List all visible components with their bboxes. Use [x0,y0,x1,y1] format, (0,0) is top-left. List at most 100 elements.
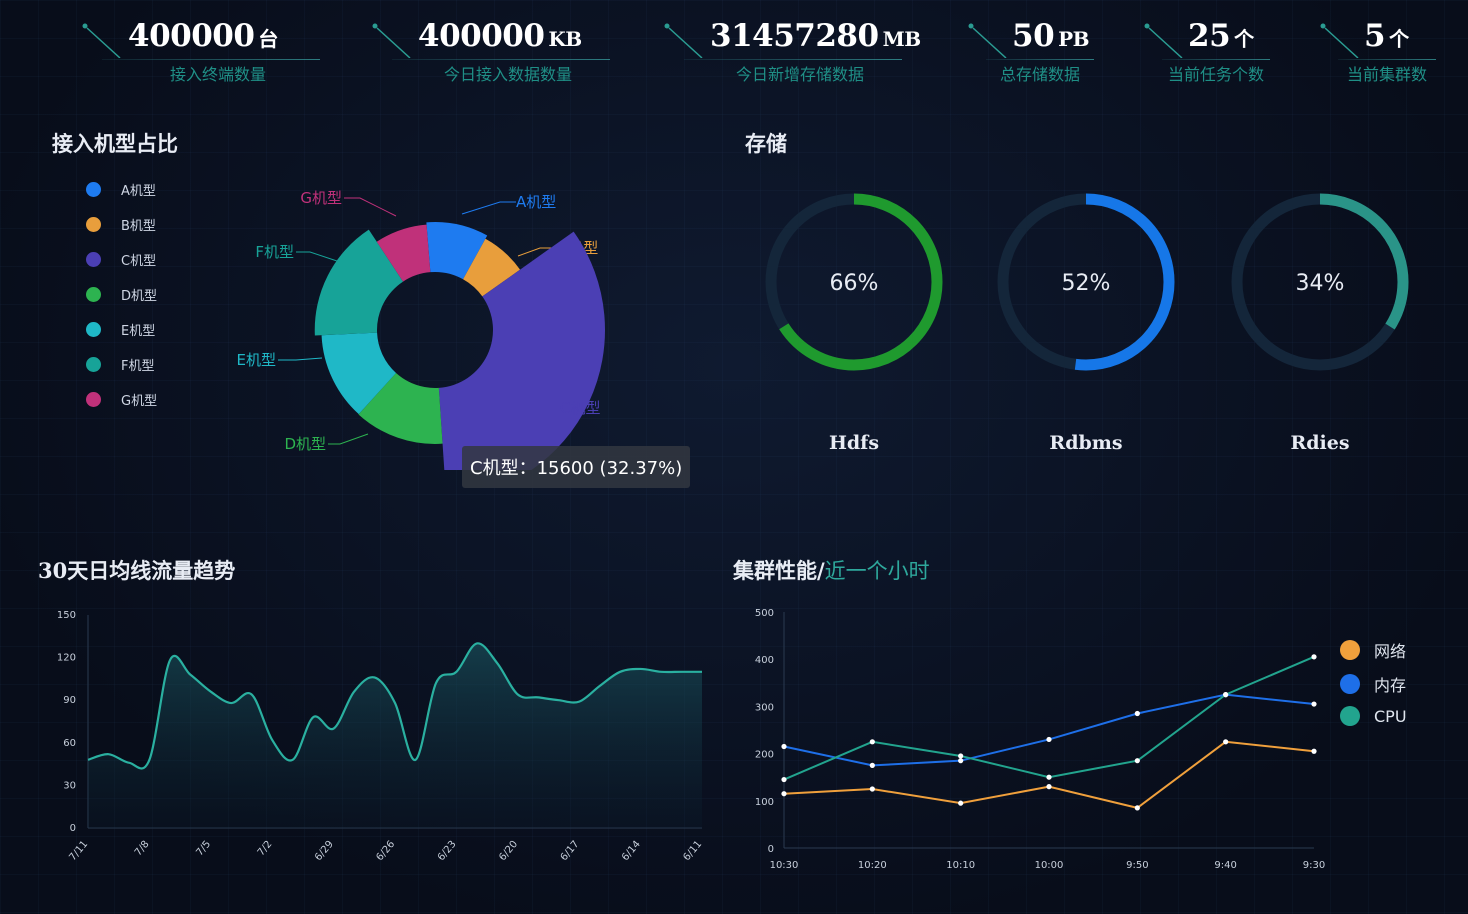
x-tick-label: 6/17 [559,839,582,863]
perf-section-title: 集群性能/近一个小时 [733,555,930,585]
pie-label-line [278,357,323,361]
stat-number: 50 [1012,18,1055,54]
series-point[interactable] [1311,748,1317,754]
pie-slice-label: E机型 [237,351,276,369]
series-point[interactable] [1046,784,1052,790]
stat-value: 400000 KB [418,18,582,54]
legend-label: F机型 [121,358,155,374]
pie-slice-label: F机型 [255,243,294,261]
stat-unit: MB [882,27,922,51]
y-tick-label: 90 [63,695,76,706]
legend-dot-icon [86,216,101,232]
pie-legend-item[interactable]: D机型 [86,285,157,304]
series-point[interactable] [1134,710,1140,717]
stat-underline [102,59,320,60]
x-tick-label: 7/2 [256,839,275,858]
stat-card: 50 PB 总存储数据 [966,8,1096,84]
series-point[interactable] [869,739,875,745]
perf-title-highlight: 近一个小时 [824,559,930,583]
pie-label-line [461,201,516,215]
stat-underline [986,59,1094,60]
storage-section-title: 存储 [745,131,787,156]
series-point[interactable] [1223,692,1229,698]
stat-unit: PB [1058,27,1090,51]
x-tick-label: 7/5 [194,839,213,858]
y-tick-label: 0 [768,844,774,855]
series-point[interactable] [781,743,787,750]
stat-underline [392,59,610,60]
y-tick-label: 400 [755,655,774,666]
stat-corner-decoration [1320,23,1359,58]
series-point[interactable] [781,791,787,797]
series-point[interactable] [1046,736,1052,743]
pie-legend-item[interactable]: G机型 [86,390,158,409]
stat-unit: KB [548,27,582,51]
pie-legend-item[interactable]: F机型 [86,355,155,374]
x-tick-label: 6/11 [681,839,704,863]
x-tick-label: 10:10 [946,860,975,871]
stat-corner-decoration [82,23,121,58]
series-point[interactable] [1311,701,1317,707]
legend-dot-icon [1340,674,1360,694]
y-tick-label: 60 [63,738,76,749]
stat-label: 接入终端数量 [169,65,266,84]
stat-card: 400000 KB 今日接入数据数量 [370,8,610,84]
pie-legend-item[interactable]: B机型 [86,215,156,234]
series-point[interactable] [781,776,787,783]
perf-legend-item[interactable]: 内存 [1340,672,1406,696]
stat-corner-decoration [1144,23,1183,58]
pie-legend-item[interactable]: C机型 [86,250,157,269]
perf-legend-item[interactable]: CPU [1340,706,1407,726]
stat-value: 400000 台 [128,18,278,54]
series-point[interactable] [1046,774,1052,780]
legend-label: 网络 [1374,642,1407,661]
series-point[interactable] [1134,805,1140,811]
pie-slice-label: A机型 [516,193,556,211]
pie-legend-item[interactable]: E机型 [86,320,156,339]
series-point[interactable] [869,786,875,792]
perf-title-main: 集群性能/ [733,558,825,583]
legend-label: E机型 [121,323,156,339]
series-point[interactable] [958,800,964,806]
stat-corner-decoration [968,23,1007,58]
x-tick-label: 6/23 [436,839,459,863]
legend-dot-icon [86,391,101,407]
model-share-pie-chart[interactable]: A机型B机型C机型D机型E机型F机型G机型 [200,170,660,470]
trend-area [88,643,702,828]
storage-ring: 66% [765,193,943,371]
legend-dot-icon [86,251,101,267]
pie-slice-label: G机型 [300,189,342,207]
stat-number: 400000 [128,18,255,54]
stat-underline [1162,59,1270,60]
stat-card: 25 个当前任务个数 [1142,8,1272,84]
stat-value: 50 PB [1012,18,1090,54]
legend-dot-icon [86,181,101,197]
legend-dot-icon [86,321,101,337]
series-point[interactable] [1223,739,1229,745]
stat-label: 今日新增存储数据 [735,65,864,84]
traffic-trend-chart[interactable]: 0 30 60 90 120 150 7/11 7/8 7/5 7/2 6/29 6/26 6/23 6/… [50,600,720,890]
ring-percent: 52% [1062,271,1111,296]
x-tick-label: 6/26 [374,839,397,863]
cluster-performance-chart[interactable]: 0 100 200 300 400 500 10:30 10:20 10:10 10:00 9:50… [740,600,1340,890]
stat-card: 5 个当前集群数 [1318,8,1438,84]
y-tick-label: 500 [755,608,774,619]
perf-legend-item[interactable]: 网络 [1340,638,1406,662]
y-tick-label: 120 [57,653,76,664]
series-point[interactable] [958,758,964,764]
pie-tooltip: C机型：15600 (32.37%) [462,446,691,488]
pie-legend-item[interactable]: A机型 [86,180,156,199]
series-point[interactable] [869,762,875,768]
stat-label: 当前任务个数 [1167,65,1264,84]
stat-label: 总存储数据 [999,65,1080,84]
legend-label: C机型 [121,253,157,269]
legend-label: G机型 [121,393,158,409]
legend-dot-icon [1340,706,1360,726]
series-point[interactable] [958,753,964,759]
legend-label: CPU [1374,706,1407,726]
stat-value: 5个 [1364,18,1409,54]
x-tick-label: 9:40 [1214,860,1236,871]
y-tick-label: 200 [755,750,774,761]
series-point[interactable] [1134,758,1140,764]
series-point[interactable] [1311,654,1317,660]
